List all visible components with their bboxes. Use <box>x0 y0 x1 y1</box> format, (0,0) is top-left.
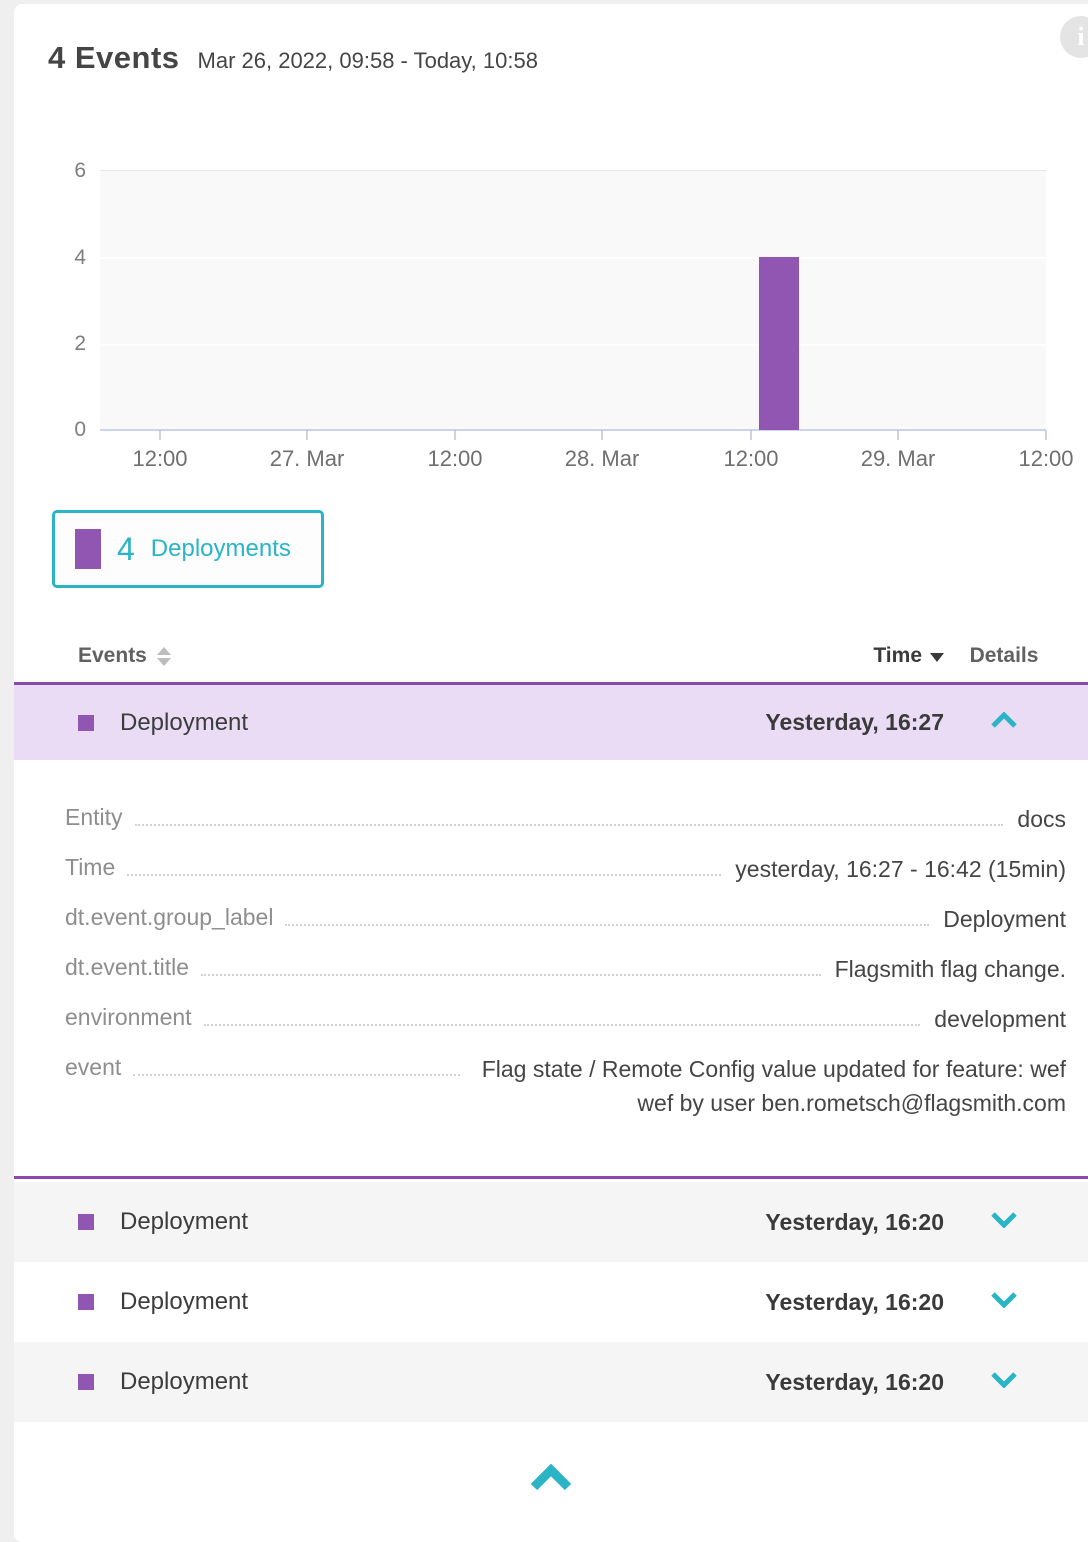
events-histogram: 6 4 2 0 12:00 27. Mar 12:00 28. Mar 12:0… <box>14 164 1088 484</box>
event-name: Deployment <box>120 1288 724 1316</box>
dotted-leader <box>133 1052 460 1076</box>
deployment-marker-icon <box>78 1374 94 1390</box>
detail-value: Flag state / Remote Config value updated… <box>474 1052 1066 1120</box>
legend-deployments-toggle[interactable]: 4 Deployments <box>52 510 324 588</box>
deployment-marker-icon <box>78 1214 94 1230</box>
table-header: Events Time Details <box>14 630 1088 682</box>
x-tick-label: 12:00 <box>132 446 187 472</box>
x-tick-label: 12:00 <box>723 446 778 472</box>
column-header-details: Details <box>944 644 1064 668</box>
time-header-label: Time <box>873 644 922 667</box>
event-name: Deployment <box>120 1208 724 1236</box>
detail-row: dt.event.title Flagsmith flag change. <box>65 952 1066 986</box>
expand-row-button[interactable] <box>944 1371 1064 1393</box>
x-tick <box>602 430 603 440</box>
timeframe-label: Mar 26, 2022, 09:58 - Today, 10:58 <box>198 48 538 74</box>
detail-row: Time yesterday, 16:27 - 16:42 (15min) <box>65 852 1066 886</box>
detail-row: dt.event.group_label Deployment <box>65 902 1066 936</box>
detail-row: environment development <box>65 1002 1066 1036</box>
detail-label: event <box>65 1052 121 1082</box>
page-title: 4 Events <box>48 40 180 76</box>
detail-label: Entity <box>65 802 123 832</box>
info-icon[interactable]: i <box>1060 16 1088 58</box>
expand-row-button[interactable] <box>944 1291 1064 1313</box>
x-tick-label: 12:00 <box>427 446 482 472</box>
collapse-panel-button[interactable] <box>14 1448 1088 1508</box>
x-tick-label: 27. Mar <box>270 446 345 472</box>
legend-count: 4 <box>117 531 135 568</box>
event-time: Yesterday, 16:27 <box>724 709 944 736</box>
y-tick-label: 6 <box>16 159 86 183</box>
chevron-up-icon <box>990 712 1018 729</box>
chevron-down-icon <box>990 1291 1018 1308</box>
y-tick-label: 4 <box>16 246 86 270</box>
detail-value: Flagsmith flag change. <box>835 952 1066 986</box>
event-time: Yesterday, 16:20 <box>724 1209 944 1236</box>
x-tick-label: 28. Mar <box>565 446 640 472</box>
detail-value: development <box>934 1002 1066 1036</box>
detail-value: yesterday, 16:27 - 16:42 (15min) <box>735 852 1066 886</box>
event-name: Deployment <box>120 1368 724 1396</box>
deployment-swatch-icon <box>75 529 101 569</box>
x-tick <box>898 430 899 440</box>
y-tick-label: 2 <box>16 332 86 356</box>
expand-row-button[interactable] <box>944 1211 1064 1233</box>
gridline-2 <box>100 344 1046 346</box>
detail-value: Deployment <box>943 902 1066 936</box>
dotted-leader <box>135 802 1004 826</box>
chevron-down-icon <box>990 1211 1018 1228</box>
x-tick <box>307 430 308 440</box>
detail-label: environment <box>65 1002 192 1032</box>
dotted-leader <box>204 1002 921 1026</box>
panel-header: 4 Events Mar 26, 2022, 09:58 - Today, 10… <box>48 40 1048 76</box>
x-tick-label: 29. Mar <box>861 446 936 472</box>
chart-bar[interactable] <box>759 257 799 430</box>
x-axis-line <box>100 429 1046 431</box>
y-tick-label: 0 <box>16 418 86 442</box>
detail-label: dt.event.title <box>65 952 189 982</box>
detail-label: Time <box>65 852 115 882</box>
collapse-row-button[interactable] <box>944 712 1064 734</box>
sort-desc-icon <box>930 653 944 662</box>
events-panel: 4 Events Mar 26, 2022, 09:58 - Today, 10… <box>14 4 1088 1542</box>
x-tick <box>160 430 161 440</box>
event-details-panel: Entity docs Time yesterday, 16:27 - 16:4… <box>14 760 1088 1179</box>
column-header-time[interactable]: Time <box>724 644 944 668</box>
x-tick-label: 12:00 <box>1018 446 1073 472</box>
column-header-events[interactable]: Events <box>78 644 724 668</box>
dotted-leader <box>127 852 721 876</box>
dotted-leader <box>285 902 929 926</box>
chart-plot-area <box>100 170 1046 430</box>
event-time: Yesterday, 16:20 <box>724 1369 944 1396</box>
event-row-expanded[interactable]: Deployment Yesterday, 16:27 <box>14 682 1088 760</box>
chevron-down-icon <box>990 1371 1018 1388</box>
x-tick <box>455 430 456 440</box>
detail-row: Entity docs <box>65 802 1066 836</box>
detail-row: event Flag state / Remote Config value u… <box>65 1052 1066 1120</box>
event-name: Deployment <box>120 709 724 737</box>
event-row[interactable]: Deployment Yesterday, 16:20 <box>14 1182 1088 1262</box>
detail-label: dt.event.group_label <box>65 902 273 932</box>
chevron-up-icon <box>529 1464 573 1492</box>
event-time: Yesterday, 16:20 <box>724 1289 944 1316</box>
events-header-label: Events <box>78 644 147 668</box>
x-tick <box>751 430 752 440</box>
gridline-4 <box>100 257 1046 259</box>
deployment-marker-icon <box>78 1294 94 1310</box>
detail-value: docs <box>1017 802 1066 836</box>
legend-label: Deployments <box>151 535 291 563</box>
dotted-leader <box>201 952 821 976</box>
event-row[interactable]: Deployment Yesterday, 16:20 <box>14 1262 1088 1342</box>
event-row[interactable]: Deployment Yesterday, 16:20 <box>14 1342 1088 1422</box>
deployment-marker-icon <box>78 715 94 731</box>
x-tick <box>1046 430 1047 440</box>
sort-both-icon <box>157 647 171 666</box>
